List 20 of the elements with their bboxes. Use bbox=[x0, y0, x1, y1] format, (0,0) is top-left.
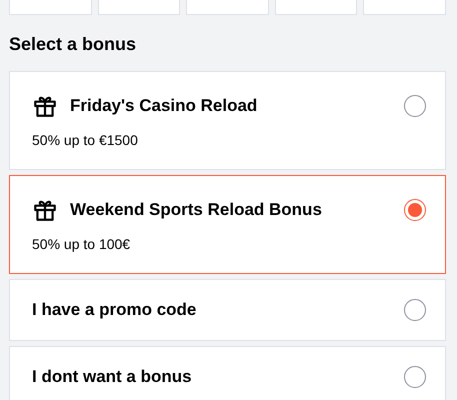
radio-button[interactable] bbox=[404, 95, 426, 117]
option-tile[interactable] bbox=[186, 0, 269, 15]
option-tile[interactable] bbox=[98, 0, 180, 15]
option-tile[interactable] bbox=[274, 0, 358, 15]
option-tile[interactable] bbox=[9, 0, 92, 15]
radio-button[interactable] bbox=[404, 366, 426, 388]
section-heading: Select a bonus bbox=[9, 33, 138, 55]
option-tile[interactable] bbox=[363, 0, 446, 15]
radio-button[interactable] bbox=[404, 299, 426, 321]
bonus-description: 50% up to 100€ bbox=[32, 235, 132, 253]
bonus-title: I dont want a bonus bbox=[32, 366, 193, 388]
bonus-title: Weekend Sports Reload Bonus bbox=[70, 199, 323, 221]
bonus-title: I have a promo code bbox=[32, 299, 198, 321]
bonus-description: 50% up to €1500 bbox=[32, 131, 139, 149]
bonus-option[interactable]: Weekend Sports Reload Bonus 50% up to 100€ bbox=[9, 175, 446, 274]
bonus-option[interactable]: I have a promo code bbox=[9, 279, 446, 341]
bonus-option[interactable]: I dont want a bonus bbox=[9, 346, 446, 400]
bonus-option[interactable]: Friday's Casino Reload 50% up to €1500 bbox=[9, 71, 446, 170]
bonus-title: Friday's Casino Reload bbox=[70, 95, 258, 117]
radio-button[interactable] bbox=[404, 199, 426, 221]
